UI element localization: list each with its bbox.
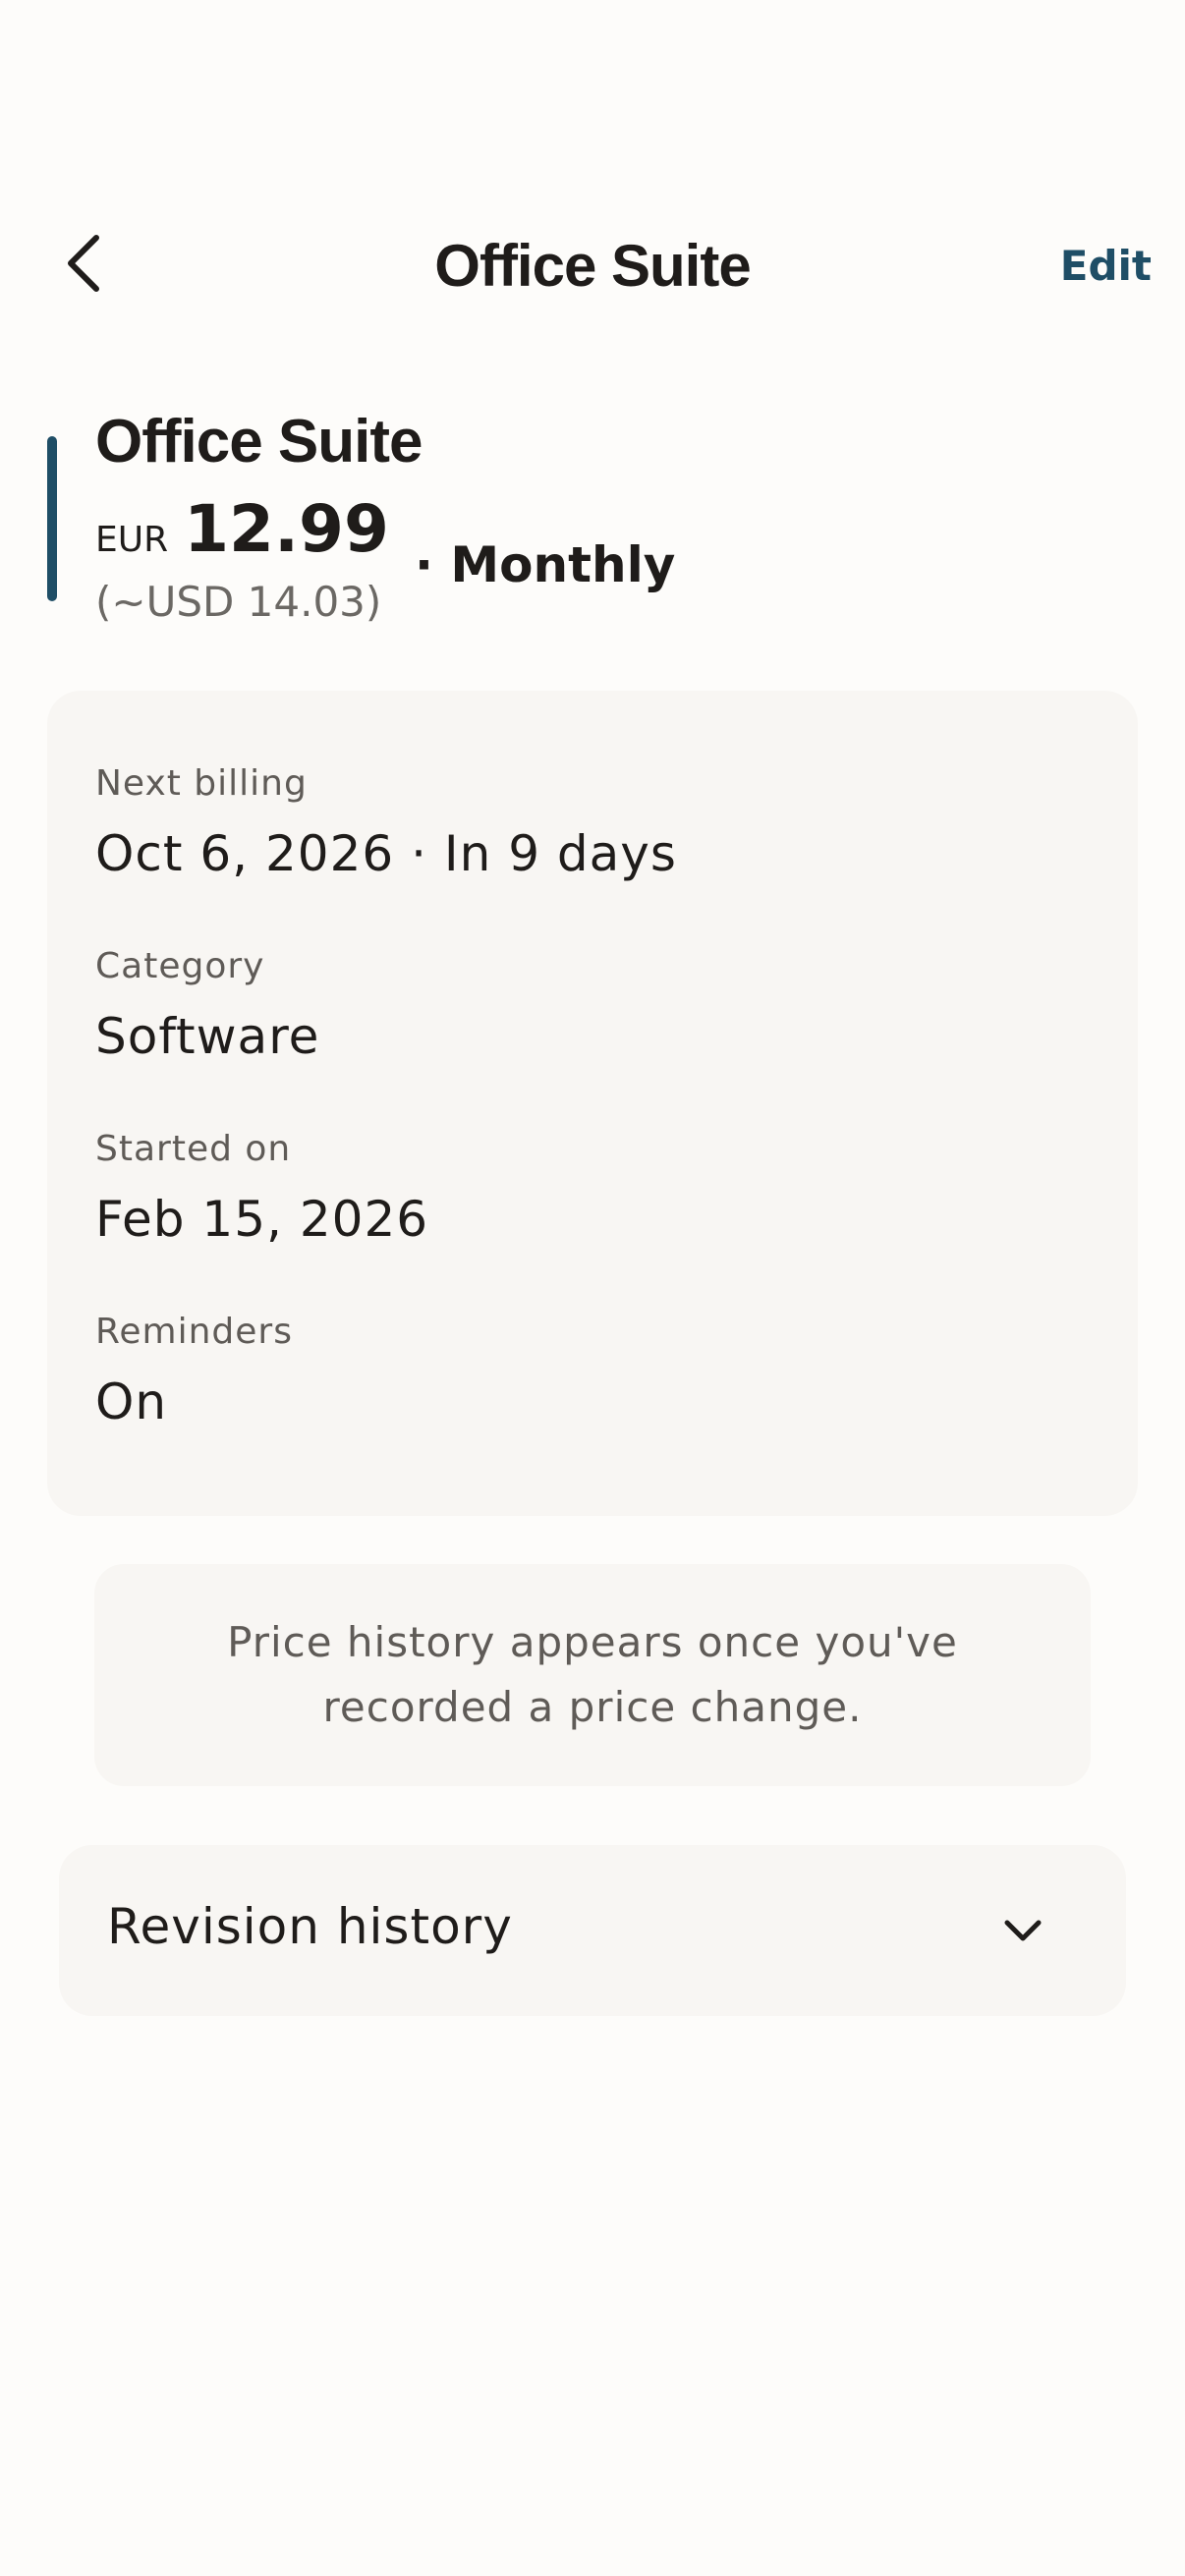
detail-label: Next billing	[95, 763, 308, 804]
price-history-empty-state: Price history appears once you've record…	[94, 1564, 1091, 1786]
details-card: Next billing Oct 6, 2026 · In 9 days Cat…	[47, 691, 1138, 1516]
top-nav-bar: Office Suite Edit	[0, 196, 1185, 334]
detail-next-billing: Next billing Oct 6, 2026 · In 9 days	[95, 763, 1078, 882]
detail-value: Feb 15, 2026	[95, 1191, 429, 1248]
edit-button[interactable]: Edit	[1060, 242, 1152, 290]
converted-price: (~USD 14.03)	[95, 578, 382, 626]
detail-category: Category Software	[95, 946, 1078, 1065]
accent-bar	[47, 436, 57, 601]
subscription-summary: Office Suite EUR 12.99 (~USD 14.03) · Mon…	[47, 393, 1138, 648]
detail-value: On	[95, 1373, 168, 1430]
revision-history-label: Revision history	[107, 1898, 513, 1955]
billing-cycle: · Monthly	[415, 536, 676, 593]
detail-value: Oct 6, 2026 · In 9 days	[95, 825, 677, 882]
chevron-down-icon	[988, 1896, 1057, 1965]
detail-value: Software	[95, 1008, 320, 1065]
detail-started-on: Started on Feb 15, 2026	[95, 1129, 1078, 1248]
detail-reminders: Reminders On	[95, 1312, 1078, 1430]
revision-history-toggle[interactable]: Revision history	[59, 1845, 1126, 2016]
detail-label: Category	[95, 946, 265, 986]
subscription-name: Office Suite	[95, 408, 423, 476]
price-row: EUR 12.99	[95, 491, 389, 567]
detail-label: Started on	[95, 1129, 292, 1169]
page-title: Office Suite	[434, 233, 751, 299]
price-history-message: Price history appears once you've record…	[227, 1618, 958, 1731]
currency-code: EUR	[95, 520, 169, 560]
detail-label: Reminders	[95, 1312, 293, 1352]
price-amount: 12.99	[184, 491, 389, 567]
